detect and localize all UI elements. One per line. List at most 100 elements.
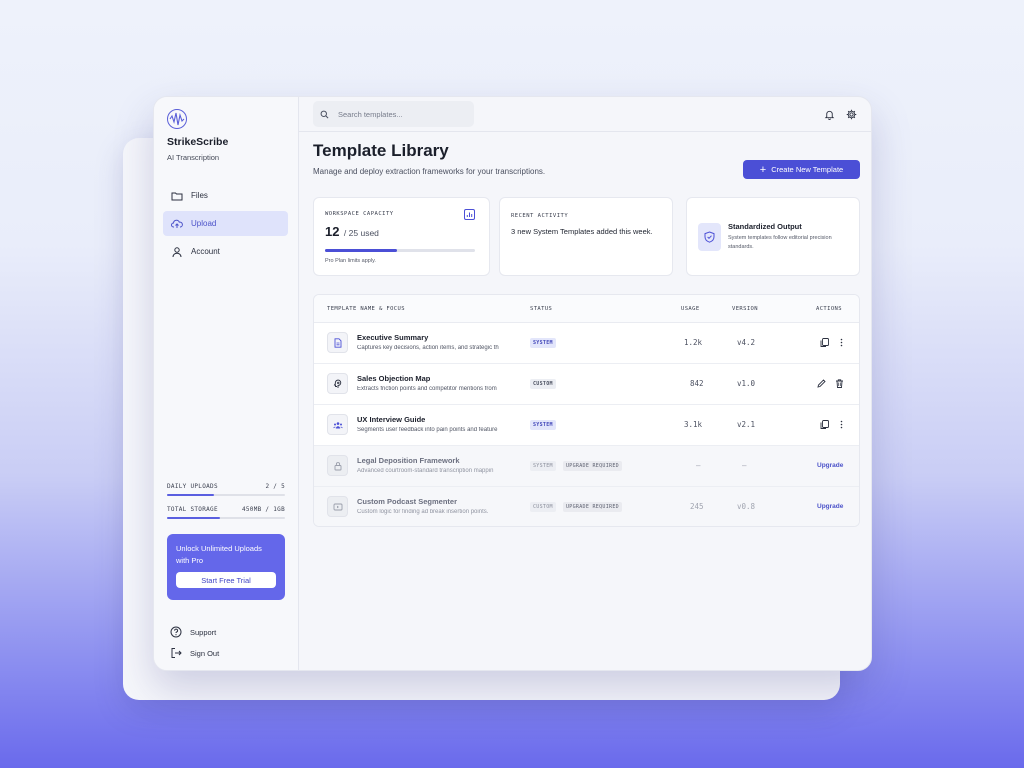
search-input[interactable] — [338, 109, 458, 119]
usage-value: 245 — [690, 502, 704, 511]
usage-value: — — [696, 461, 701, 470]
more-vertical-icon[interactable] — [836, 419, 847, 430]
col-header-name: TEMPLATE NAME & FOCUS — [327, 306, 405, 312]
sign-out-icon — [171, 648, 182, 658]
folder-icon — [171, 192, 183, 200]
support-link[interactable]: Support — [170, 626, 216, 638]
pro-promo-card: Unlock Unlimited Uploads with Pro Start … — [167, 534, 285, 600]
upgrade-link[interactable]: Upgrade — [817, 503, 843, 510]
sidebar-item-label: Files — [191, 191, 208, 200]
template-description: Segments user feedback into pain points … — [357, 427, 498, 433]
status-badge: SYSTEM — [530, 420, 556, 430]
sidebar-item-files[interactable]: Files — [163, 183, 288, 208]
col-header-usage: USAGE — [681, 306, 700, 312]
bell-icon[interactable] — [824, 109, 835, 120]
capacity-bar — [325, 249, 475, 252]
sidebar-item-upload[interactable]: Upload — [163, 211, 288, 236]
standardized-output-card: Standardized Output System templates fol… — [686, 197, 860, 276]
video-icon — [333, 503, 342, 510]
total-storage-value: 450MB / 1GB — [241, 506, 285, 513]
template-name: Legal Deposition Framework — [357, 456, 460, 465]
upgrade-required-badge: UPGRADE REQUIRED — [563, 502, 622, 512]
capacity-used: 12 — [325, 224, 340, 239]
activity-label: RECENT ACTIVITY — [511, 213, 569, 219]
trash-icon[interactable] — [834, 378, 845, 389]
table-row[interactable]: Executive Summary Captures key decisions… — [314, 323, 859, 364]
sign-out-label: Sign Out — [190, 648, 220, 658]
sidebar-item-label: Upload — [191, 219, 217, 228]
capacity-fill — [325, 249, 397, 252]
status-badge: SYSTEM — [530, 461, 556, 471]
activity-text: 3 new System Templates added this week. — [511, 227, 653, 236]
total-storage-bar — [167, 517, 285, 519]
sidebar: StrikeScribe AI Transcription Files Uplo… — [154, 97, 299, 670]
sidebar-nav: Files Upload Account — [163, 183, 288, 267]
total-storage-label: TOTAL STORAGE — [167, 506, 218, 513]
template-name: Sales Objection Map — [357, 374, 431, 383]
template-icon — [327, 332, 348, 353]
template-name: Executive Summary — [357, 333, 429, 342]
col-header-version: VERSION — [732, 306, 758, 312]
capacity-note: Pro Plan limits apply. — [325, 258, 376, 264]
template-icon — [327, 496, 348, 517]
lock-icon — [334, 461, 341, 470]
user-icon — [172, 246, 182, 257]
bar-chart-icon[interactable] — [464, 209, 475, 220]
status-badge: CUSTOM — [530, 502, 556, 512]
daily-uploads-bar — [167, 494, 285, 496]
template-icon — [327, 455, 348, 476]
page-title: Template Library — [313, 141, 449, 160]
upgrade-link[interactable]: Upgrade — [817, 462, 843, 469]
template-description: Advanced courtroom-standard transcriptio… — [357, 468, 494, 474]
usage-value: 1.2k — [684, 338, 703, 347]
table-row[interactable]: UX Interview Guide Segments user feedbac… — [314, 405, 859, 446]
template-description: Custom logic for finding ad break insert… — [357, 509, 489, 515]
more-vertical-icon[interactable] — [836, 337, 847, 348]
support-label: Support — [190, 627, 217, 637]
main-content: Template Library Manage and deploy extra… — [299, 97, 871, 670]
version-value: v0.8 — [737, 502, 756, 511]
copy-icon[interactable] — [819, 337, 830, 348]
template-icon — [327, 373, 348, 394]
template-name: UX Interview Guide — [357, 415, 426, 424]
templates-table: TEMPLATE NAME & FOCUS STATUS USAGE VERSI… — [313, 294, 860, 527]
version-value: v1.0 — [737, 379, 756, 388]
template-name: Custom Podcast Segmenter — [357, 497, 458, 506]
workspace-capacity-card: WORKSPACE CAPACITY 12 / 25 used Pro Plan… — [313, 197, 490, 276]
gear-icon[interactable] — [846, 109, 857, 120]
sidebar-item-label: Account — [191, 247, 220, 256]
table-row[interactable]: Custom Podcast Segmenter Custom logic fo… — [314, 487, 859, 526]
sidebar-item-account[interactable]: Account — [163, 239, 288, 264]
create-new-template-button[interactable]: + Create New Template — [743, 160, 860, 179]
daily-uploads-fill — [167, 494, 215, 496]
users-icon — [332, 421, 343, 428]
template-description: Extracts friction points and competitor … — [357, 386, 497, 392]
sign-out-link[interactable]: Sign Out — [170, 647, 219, 659]
brain-icon — [333, 379, 341, 388]
recent-activity-card: RECENT ACTIVITY 3 new System Templates a… — [499, 197, 673, 276]
version-value: — — [742, 461, 747, 470]
cloud-upload-icon — [171, 219, 183, 228]
copy-icon[interactable] — [819, 419, 830, 430]
table-row[interactable]: Sales Objection Map Extracts friction po… — [314, 364, 859, 405]
search-box[interactable] — [313, 101, 474, 127]
col-header-status: STATUS — [530, 306, 553, 312]
shield-check-icon — [704, 231, 715, 243]
capacity-label: WORKSPACE CAPACITY — [325, 211, 394, 217]
usage-value: 842 — [690, 379, 704, 388]
daily-uploads-value: 2 / 5 — [265, 483, 285, 490]
search-icon — [320, 110, 329, 118]
promo-text: Unlock Unlimited Uploads with Pro — [176, 544, 262, 565]
version-value: v2.1 — [737, 420, 756, 429]
table-row[interactable]: Legal Deposition Framework Advanced cour… — [314, 446, 859, 487]
help-icon — [170, 626, 182, 638]
status-badge: SYSTEM — [530, 338, 556, 348]
shield-badge — [698, 223, 721, 251]
start-free-trial-button[interactable]: Start Free Trial — [176, 572, 276, 588]
edit-pencil-icon[interactable] — [816, 378, 827, 389]
page-subtitle: Manage and deploy extraction frameworks … — [313, 167, 546, 176]
plus-icon: + — [759, 163, 767, 176]
output-title: Standardized Output — [728, 222, 802, 231]
brand-tagline: AI Transcription — [167, 153, 220, 162]
total-storage-meter: TOTAL STORAGE 450MB / 1GB — [167, 506, 285, 519]
